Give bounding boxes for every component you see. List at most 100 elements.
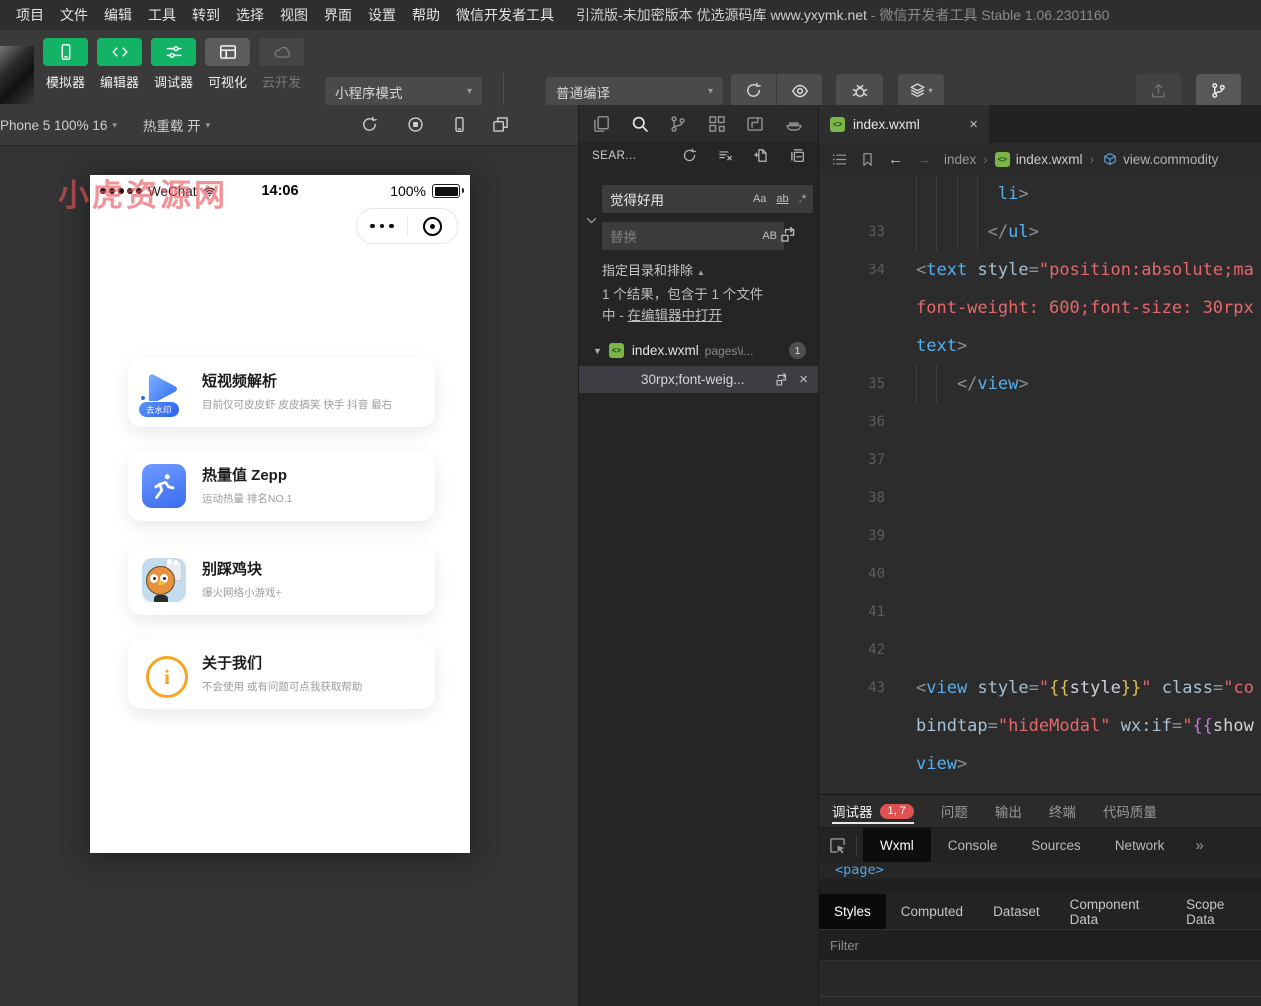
tab-index-wxml[interactable]: <> index.wxml × xyxy=(819,105,989,143)
dismiss-match-icon[interactable]: × xyxy=(799,372,808,387)
more-menu-button[interactable] xyxy=(357,224,407,229)
inspector-tab-dataset[interactable]: Dataset xyxy=(978,894,1055,929)
whole-word-toggle[interactable]: ab xyxy=(773,191,791,207)
npm-package-icon[interactable] xyxy=(746,115,764,133)
detach-window-icon[interactable] xyxy=(492,116,509,133)
menu-item[interactable]: 项目 xyxy=(8,5,52,25)
menu-item[interactable]: 选择 xyxy=(228,5,272,25)
search-input[interactable]: 觉得好用 Aa ab .* xyxy=(602,185,813,213)
outline-icon[interactable] xyxy=(832,152,847,167)
close-tab-icon[interactable]: × xyxy=(969,116,978,133)
breadcrumb-item-file[interactable]: index.wxml xyxy=(1016,152,1083,167)
hot-reload-toggle[interactable]: 热重载 开▾ xyxy=(143,115,210,135)
chevron-expanded-icon: ▼ xyxy=(593,346,602,356)
result-match-row[interactable]: 30rpx;font-weig... × xyxy=(579,366,818,393)
feature-card[interactable]: 去水印短视频解析目前仅可皮皮虾 皮皮搞笑 快手 抖音 最右 xyxy=(128,357,435,427)
back-icon[interactable]: ← xyxy=(888,151,903,168)
compile-preview-group xyxy=(731,74,822,107)
clear-results-icon[interactable] xyxy=(718,148,733,163)
open-as-editor-icon[interactable] xyxy=(754,148,769,163)
clear-cache-button[interactable]: ▾ xyxy=(898,74,944,107)
mode-select[interactable]: 小程序模式 ▾ xyxy=(325,77,482,106)
devtools-tab-sources[interactable]: Sources xyxy=(1014,828,1098,862)
inspector-tab-styles[interactable]: Styles xyxy=(819,894,886,929)
code-editor[interactable]: li>33</ul>34<text style="position:absolu… xyxy=(819,175,1261,795)
menu-item[interactable]: 界面 xyxy=(316,5,360,25)
forward-icon[interactable]: → xyxy=(916,151,931,168)
refresh-icon xyxy=(745,82,762,99)
compile-button[interactable] xyxy=(731,74,776,107)
version-control-button[interactable] xyxy=(1196,74,1241,107)
collapse-all-icon[interactable] xyxy=(790,148,805,163)
extensions-icon[interactable] xyxy=(708,115,726,133)
menu-item[interactable]: 帮助 xyxy=(404,5,448,25)
wxml-file-icon: <> xyxy=(830,117,845,132)
nav-button-code[interactable]: 编辑器 xyxy=(97,38,142,91)
stop-icon[interactable] xyxy=(407,116,424,133)
breadcrumb-item-symbol[interactable]: view.commodity xyxy=(1123,152,1218,167)
line-number: 42 xyxy=(819,631,885,669)
devtools-tab-network[interactable]: Network xyxy=(1098,828,1182,862)
close-capsule-button[interactable] xyxy=(408,217,458,236)
upload-button[interactable] xyxy=(1136,74,1181,107)
explorer-icon[interactable] xyxy=(592,115,610,133)
replace-match-icon[interactable] xyxy=(775,372,790,387)
menu-item[interactable]: 文件 xyxy=(52,5,96,25)
menu-item[interactable]: 编辑 xyxy=(96,5,140,25)
styles-filter-input[interactable]: Filter xyxy=(819,929,1261,961)
debugger-tab-调试器[interactable]: 调试器1, 7 xyxy=(832,795,914,827)
breadcrumb-item-index[interactable]: index xyxy=(944,152,976,167)
match-count-badge: 1 xyxy=(789,342,806,359)
user-avatar[interactable] xyxy=(0,46,34,104)
bookmark-icon[interactable] xyxy=(860,152,875,167)
menu-item[interactable]: 设置 xyxy=(360,5,404,25)
wxml-node[interactable]: <page> xyxy=(835,862,884,878)
match-case-toggle[interactable]: Aa xyxy=(750,191,769,207)
debugger-tab-问题[interactable]: 问题 xyxy=(941,795,968,827)
replace-input[interactable]: 替换 AB xyxy=(602,222,784,250)
preserve-case-toggle[interactable]: AB xyxy=(759,228,780,244)
inspector-tab-computed[interactable]: Computed xyxy=(886,894,978,929)
menu-item[interactable]: 视图 xyxy=(272,5,316,25)
debugger-tab-输出[interactable]: 输出 xyxy=(995,795,1022,827)
menu-item[interactable]: 工具 xyxy=(140,5,184,25)
devtools-tab-wxml[interactable]: Wxml xyxy=(863,828,931,862)
source-control-icon[interactable] xyxy=(669,115,687,133)
pane-divider[interactable] xyxy=(819,879,1261,894)
devtools-tab-console[interactable]: Console xyxy=(931,828,1015,862)
more-tabs-icon[interactable]: » xyxy=(1195,837,1203,854)
wxml-tree-pane[interactable]: <page> xyxy=(819,862,1261,879)
nav-button-cloud[interactable]: 云开发 xyxy=(259,38,304,91)
result-file-row[interactable]: ▼ <> index.wxml pages\i... 1 xyxy=(579,337,818,364)
device-select[interactable]: iPhone 5 100% 16▾ xyxy=(0,118,117,133)
feature-card[interactable]: 别踩鸡块爆火网络小游戏+ xyxy=(128,545,435,615)
nav-button-sliders[interactable]: 调试器 xyxy=(151,38,196,91)
restart-icon[interactable] xyxy=(361,116,378,133)
menu-item[interactable]: 转到 xyxy=(184,5,228,25)
open-in-editor-link[interactable]: 在编辑器中打开 xyxy=(628,308,723,323)
simulator-panel: iPhone 5 100% 16▾ 热重载 开▾ 小虎资源网 WeChat 14… xyxy=(0,105,578,1006)
inspector-tab-component-data[interactable]: Component Data xyxy=(1055,894,1172,929)
refresh-results-icon[interactable] xyxy=(682,148,697,163)
feature-card[interactable]: 热量值 Zepp运动热量 排名NO.1 xyxy=(128,451,435,521)
feature-card[interactable]: i关于我们不会使用 或有问题可点我获取帮助 xyxy=(128,639,435,709)
docker-icon[interactable] xyxy=(785,115,803,133)
debugger-tab-终端[interactable]: 终端 xyxy=(1049,795,1076,827)
inspect-element-icon[interactable] xyxy=(829,837,846,854)
debugger-tab-代码质量[interactable]: 代码质量 xyxy=(1103,795,1157,827)
phone-screen: WeChat 14:06 100% 去水印短视频解析目前仅可皮皮虾 皮皮搞笑 快… xyxy=(90,175,470,853)
remote-debug-button[interactable] xyxy=(836,74,883,107)
inspector-tab-scope-data[interactable]: Scope Data xyxy=(1171,894,1261,929)
include-exclude-toggle[interactable]: 指定目录和排除▲ xyxy=(602,260,705,279)
menu-item[interactable]: 微信开发者工具 xyxy=(448,5,562,25)
sliders-icon xyxy=(151,38,196,66)
compile-mode-select[interactable]: 普通编译 ▾ xyxy=(546,77,723,106)
regex-toggle[interactable]: .* xyxy=(796,191,809,207)
toggle-replace-icon[interactable] xyxy=(585,214,598,227)
nav-button-layout[interactable]: 可视化 xyxy=(205,38,250,91)
replace-all-icon[interactable] xyxy=(780,226,797,243)
device-frame-icon[interactable] xyxy=(451,116,468,133)
nav-button-phone[interactable]: 模拟器 xyxy=(43,38,88,91)
preview-button[interactable] xyxy=(776,74,822,107)
search-icon[interactable] xyxy=(631,115,649,133)
